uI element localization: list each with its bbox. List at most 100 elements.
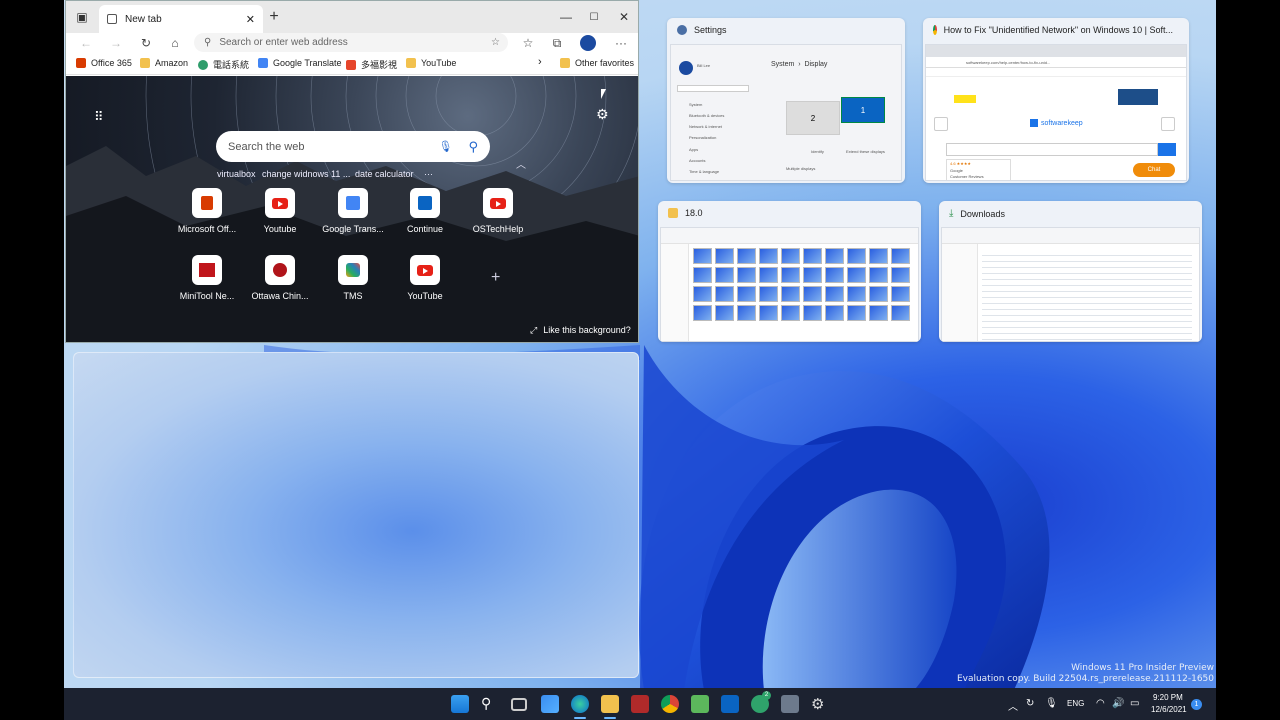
forward-button[interactable]: → [106,34,126,52]
bbb-badge [1118,89,1158,105]
breadcrumb: System › Display [771,61,828,68]
collections-icon[interactable]: ⧉ [547,34,567,52]
add-tile-button[interactable]: + [491,269,500,287]
tile-youtube[interactable]: Youtube [244,188,316,234]
tab-actions-icon[interactable]: ▣ [72,7,92,27]
volume-icon[interactable]: 🔊 [1112,698,1124,709]
task-view-icon[interactable] [511,698,527,711]
file-explorer-icon[interactable] [601,695,619,713]
web-search-box[interactable]: Search the web 🎙 ⚲ [216,131,490,162]
tile-ostechhelp[interactable]: OSTechHelp [462,188,534,234]
taskbar: ⚲ 2 ⚙ ︿ ↻ 🎙 ENG ◠ 🔊 ▭ 9:20 PM 12/6/2021 … [64,688,1216,720]
nav-item: Bluetooth & devices [689,113,725,118]
quick-link[interactable]: change widnows 11 ... [262,169,350,179]
card-title: How to Fix "Unidentified Network" on Win… [943,25,1173,35]
snap-card-settings[interactable]: Settings Bill Lee System Bluetooth & dev… [667,18,905,183]
card-title: Settings [694,25,727,35]
downloads-thumbnail [941,227,1200,342]
collapse-chevron-icon[interactable]: ︿ [516,156,526,171]
clock-date[interactable]: 12/6/2021 [1151,705,1187,714]
multiple-displays: Multiple displays [786,166,816,171]
outlook-icon[interactable] [721,695,739,713]
new-tab-page: ⠿ ⚙ Search the web 🎙 ⚲ ︿ virtualbox chan… [66,76,638,342]
close-window-button[interactable]: ✕ [614,7,634,27]
settings-gear-icon[interactable]: ⚙ [811,695,829,713]
add-favorite-icon[interactable]: ☆ [491,37,500,48]
fav-video-site[interactable]: 多福影視 [346,58,397,71]
fav-office365[interactable]: Office 365 [76,58,132,68]
apps-grid-icon[interactable]: ⠿ [94,109,104,125]
onedrive-sync-icon[interactable]: ↻ [1026,698,1034,709]
edge-window[interactable]: ▣ New tab ✕ + — ☐ ✕ ← → ↻ ⌂ ⚲ Search or … [65,0,639,343]
quick-link[interactable]: virtualbox [217,169,256,179]
tms-icon [338,255,368,285]
clock-time[interactable]: 9:20 PM [1153,693,1183,702]
folder-icon [406,58,416,68]
fav-phone-system[interactable]: 電話系統 [198,58,249,71]
more-favorites-chevron[interactable]: › [538,56,542,68]
tile-microsoft-office[interactable]: Microsoft Off... [171,188,243,234]
wifi-icon[interactable]: ◠ [1096,698,1105,709]
show-hidden-icons[interactable]: ︿ [1008,698,1018,713]
extend-dropdown: Extend these displays [846,149,885,154]
explorer-nav-pane [661,244,689,341]
widgets-icon[interactable] [541,695,559,713]
favorites-icon[interactable]: ☆ [518,34,538,52]
chrome-icon [933,25,937,35]
maximize-button[interactable]: ☐ [584,7,604,27]
edge-icon[interactable] [571,695,589,713]
radio-icon [265,255,295,285]
tile-continue[interactable]: Continue [389,188,461,234]
calculator-icon[interactable] [781,695,799,713]
menu-icon [934,117,948,131]
chat-button: Chat [1133,163,1175,177]
fav-other-favorites[interactable]: Other favorites [560,58,634,68]
search-placeholder: Search the web [228,140,305,153]
page-settings-icon[interactable]: ⚙ [596,106,609,123]
screenshot-app-icon[interactable] [631,695,649,713]
tab-new-tab[interactable]: New tab ✕ [99,5,263,33]
explorer-toolbar [942,228,1199,244]
explorer-toolbar [661,228,918,244]
gear-icon [677,25,687,35]
snap-card-downloads[interactable]: ⤓ Downloads [939,201,1202,342]
notepad-icon[interactable] [691,695,709,713]
quick-link-more[interactable]: ··· [424,169,433,179]
microphone-icon[interactable]: 🎙 [439,140,453,153]
video-icon [346,59,356,70]
tab-title: New tab [125,13,162,25]
microphone-icon[interactable]: 🎙 [1045,698,1058,709]
search-icon[interactable]: ⚲ [468,139,478,155]
home-button[interactable]: ⌂ [165,34,185,52]
minimize-button[interactable]: — [556,7,576,27]
snap-card-folder[interactable]: 18.0 [658,201,921,342]
refresh-button[interactable]: ↻ [136,34,156,52]
notification-badge[interactable]: 1 [1191,699,1202,710]
fav-youtube-folder[interactable]: YouTube [406,58,456,68]
snap-layout-placeholder [73,352,639,678]
fav-google-translate[interactable]: Google Translate [258,58,342,68]
user-name: Bill Lee [697,63,711,68]
battery-icon[interactable]: ▭ [1130,698,1139,709]
watermark-line1: Windows 11 Pro Insider Preview [1071,663,1214,673]
explorer-nav-pane [942,244,978,341]
profile-avatar[interactable] [578,34,598,52]
more-menu-icon[interactable]: ··· [611,34,631,52]
back-button[interactable]: ← [76,34,96,52]
like-background-link[interactable]: ⤢ Like this background? [530,325,631,336]
tile-youtube-2[interactable]: YouTube [389,255,461,301]
start-button[interactable] [451,695,469,713]
language-indicator[interactable]: ENG [1067,699,1084,708]
tile-tms[interactable]: TMS [317,255,389,301]
fav-amazon[interactable]: Amazon [140,58,188,68]
tile-google-translate[interactable]: Google Trans... [317,188,389,234]
tile-ottawa-chinese[interactable]: Ottawa Chin... [244,255,316,301]
address-input[interactable]: ⚲ Search or enter web address ☆ [194,33,508,52]
chrome-icon[interactable] [661,695,679,713]
snap-card-chrome[interactable]: How to Fix "Unidentified Network" on Win… [923,18,1189,183]
tile-minitool[interactable]: MiniTool Ne... [171,255,243,301]
new-tab-button[interactable]: + [264,7,284,27]
close-tab-icon[interactable]: ✕ [246,13,255,26]
search-icon[interactable]: ⚲ [481,695,499,713]
quick-link[interactable]: date calculator [355,169,414,179]
